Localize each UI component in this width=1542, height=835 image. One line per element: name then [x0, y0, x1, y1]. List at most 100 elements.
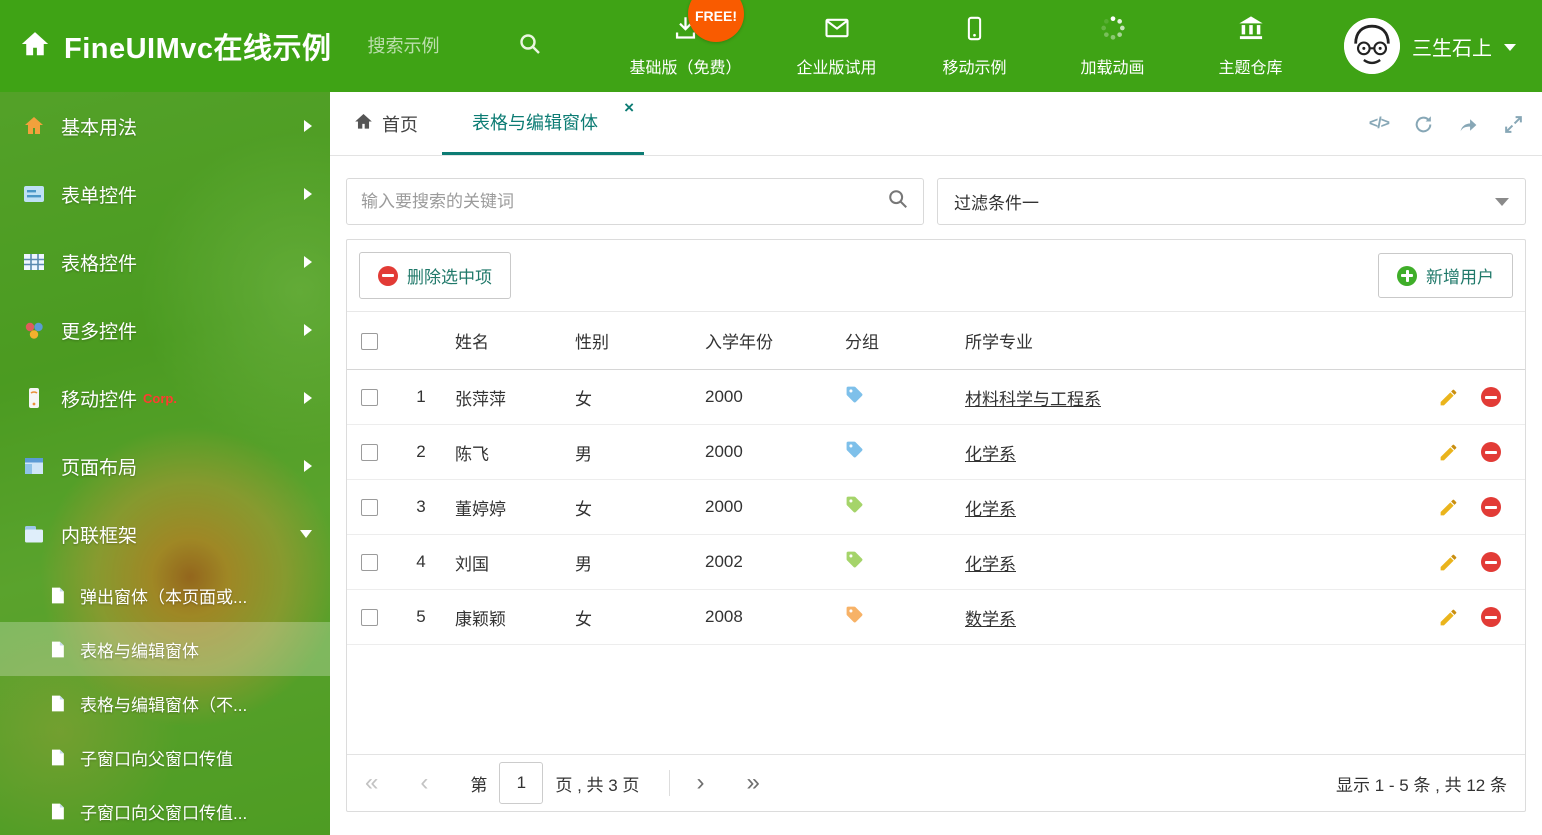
row-checkbox[interactable] — [361, 554, 378, 572]
sidebar-subitem[interactable]: 子窗口向父窗口传值... — [0, 784, 330, 835]
user-menu[interactable]: 三生石上 — [1344, 18, 1542, 74]
sidebar-item-basic-usage[interactable]: 基本用法 — [0, 92, 330, 160]
chevron-right-icon — [304, 460, 312, 472]
prev-page-icon[interactable]: ‹ — [420, 771, 428, 795]
tag-icon[interactable] — [845, 605, 864, 624]
share-icon[interactable] — [1458, 114, 1479, 135]
tab-grid-edit-window[interactable]: 表格与编辑窗体 × — [442, 92, 644, 155]
delete-icon[interactable] — [1481, 387, 1501, 407]
cell-gender: 女 — [575, 389, 592, 409]
row-number: 2 — [416, 442, 426, 461]
code-icon[interactable]: </> — [1369, 115, 1390, 133]
sidebar-subitem[interactable]: 子窗口向父窗口传值 — [0, 730, 330, 784]
header-search[interactable] — [367, 32, 568, 61]
file-icon — [48, 586, 67, 605]
tab-home[interactable]: 首页 — [330, 92, 442, 155]
keyword-input[interactable] — [361, 191, 887, 212]
row-number: 3 — [416, 497, 426, 516]
cell-gender: 男 — [575, 444, 592, 464]
delete-icon[interactable] — [1481, 442, 1501, 462]
sidebar-subitem[interactable]: 表格与编辑窗体 — [0, 622, 330, 676]
cell-entrance-year: 2002 — [705, 552, 743, 571]
edit-icon[interactable] — [1438, 497, 1459, 518]
edit-icon[interactable] — [1438, 442, 1459, 463]
sidebar-item-form-controls[interactable]: 表单控件 — [0, 160, 330, 228]
row-checkbox[interactable] — [361, 389, 378, 407]
tag-icon[interactable] — [845, 385, 864, 404]
cell-gender: 女 — [575, 499, 592, 519]
file-icon — [48, 802, 67, 821]
tag-icon[interactable] — [845, 550, 864, 569]
sidebar-item-more-controls[interactable]: 更多控件 — [0, 296, 330, 364]
nav-item-theme-store[interactable]: 主题仓库 — [1208, 14, 1294, 78]
sidebar-subitem[interactable]: 表格与编辑窗体（不... — [0, 676, 330, 730]
row-checkbox[interactable] — [361, 444, 378, 462]
delete-icon[interactable] — [1481, 497, 1501, 517]
major-link[interactable]: 化学系 — [965, 500, 1016, 519]
nav-item-loading-animations[interactable]: 加载动画 — [1070, 14, 1156, 78]
edit-icon[interactable] — [1438, 552, 1459, 573]
brand[interactable]: FineUIMvc在线示例 — [0, 25, 332, 67]
content: 过滤条件一 删除选中项 新增用户 — [330, 156, 1542, 812]
cell-gender: 男 — [575, 554, 592, 574]
table-body: 1 张萍萍 女 2000 材料科学与工程系 2 陈飞 男 2000 化学系 3 … — [347, 370, 1525, 645]
add-user-button[interactable]: 新增用户 — [1378, 253, 1513, 298]
sidebar-subitem-label: 表格与编辑窗体 — [80, 641, 199, 661]
plus-circle-icon — [1397, 265, 1417, 286]
major-link[interactable]: 数学系 — [965, 610, 1016, 629]
sidebar-item-label: 表格控件 — [61, 253, 138, 275]
divider — [669, 770, 671, 796]
row-checkbox[interactable] — [361, 609, 378, 627]
cell-name: 陈飞 — [455, 444, 489, 464]
sidebar-item-grid-controls[interactable]: 表格控件 — [0, 228, 330, 296]
major-link[interactable]: 材料科学与工程系 — [965, 390, 1101, 409]
nav-item-mobile-demo[interactable]: 移动示例 — [932, 15, 1018, 78]
page-number-input[interactable] — [499, 762, 544, 804]
filter-dropdown[interactable]: 过滤条件一 — [937, 178, 1526, 225]
nav-label: 主题仓库 — [1218, 60, 1283, 77]
last-page-icon[interactable]: » — [746, 771, 759, 795]
tag-icon[interactable] — [845, 440, 864, 459]
tag-icon[interactable] — [845, 495, 864, 514]
edit-icon[interactable] — [1438, 387, 1459, 408]
refresh-icon[interactable] — [1413, 114, 1434, 135]
header-nav: FREE! 基础版（免费） 企业版试用 移动示例 加载动画 主题仓库 — [630, 0, 1294, 78]
frame-icon — [22, 522, 46, 546]
cell-name: 董婷婷 — [455, 499, 506, 519]
sidebar-subitem[interactable]: 弹出窗体（本页面或... — [0, 568, 330, 622]
major-link[interactable]: 化学系 — [965, 445, 1016, 464]
major-link[interactable]: 化学系 — [965, 555, 1016, 574]
table-row: 5 康颖颖 女 2008 数学系 — [347, 590, 1525, 645]
search-icon[interactable] — [518, 32, 542, 61]
delete-selected-button[interactable]: 删除选中项 — [359, 252, 511, 299]
header-search-input[interactable] — [367, 35, 518, 57]
next-page-icon[interactable]: › — [696, 771, 704, 795]
first-page-icon[interactable]: « — [365, 771, 378, 795]
edit-icon[interactable] — [1438, 607, 1459, 628]
expand-icon[interactable] — [1503, 114, 1524, 135]
sidebar-item-mobile-controls[interactable]: 移动控件 Corp. — [0, 364, 330, 432]
app: FineUIMvc在线示例 FREE! 基础版（免费） 企业版试用 — [0, 0, 1542, 835]
column-name: 姓名 — [455, 333, 489, 352]
spinner-icon — [1099, 14, 1127, 47]
sidebar-item-inline-frame[interactable]: 内联框架 — [0, 500, 330, 568]
keyword-search-box[interactable] — [346, 178, 924, 225]
delete-icon[interactable] — [1481, 607, 1501, 627]
cell-entrance-year: 2000 — [705, 497, 743, 516]
cell-name: 刘国 — [455, 554, 489, 574]
search-icon[interactable] — [887, 188, 909, 215]
chevron-down-icon — [1495, 197, 1509, 206]
close-icon[interactable]: × — [624, 99, 634, 116]
row-checkbox[interactable] — [361, 499, 378, 517]
nav-item-enterprise-trial[interactable]: 企业版试用 — [794, 14, 880, 78]
sidebar-item-label: 页面布局 — [61, 457, 138, 479]
delete-icon[interactable] — [1481, 552, 1501, 572]
form-icon — [22, 182, 46, 206]
select-all-checkbox[interactable] — [361, 332, 378, 350]
column-entrance-year: 入学年份 — [705, 333, 773, 352]
sidebar-item-page-layout[interactable]: 页面布局 — [0, 432, 330, 500]
home-icon — [20, 29, 50, 64]
pagination-bar: « ‹ 第 页 , 共 3 页 › » 显示 1 - 5 条 , 共 12 条 — [347, 754, 1525, 811]
user-name: 三生石上 — [1412, 37, 1492, 60]
caret-down-icon — [1504, 44, 1516, 51]
